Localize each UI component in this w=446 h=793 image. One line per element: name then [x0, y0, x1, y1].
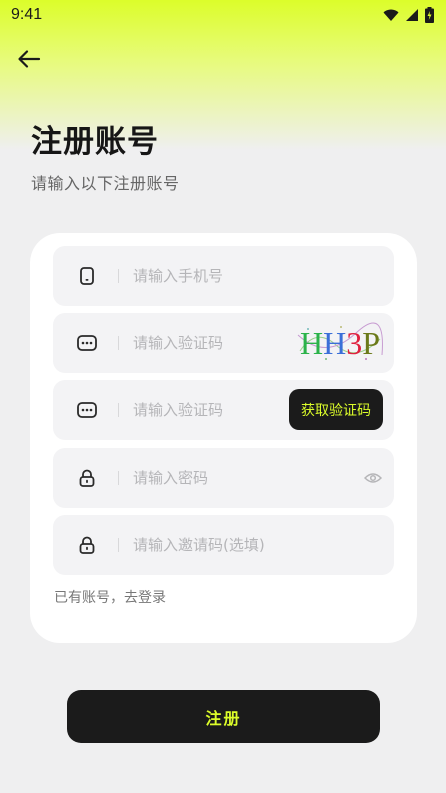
- captcha-char: H: [323, 324, 347, 361]
- back-button[interactable]: [14, 44, 44, 74]
- lock-icon: [77, 535, 97, 555]
- phone-icon: [77, 266, 97, 286]
- status-bar: 9:41: [0, 0, 446, 30]
- field-divider: [118, 471, 119, 485]
- code-icon: [77, 400, 97, 420]
- battery-icon: [425, 7, 434, 23]
- field-divider: [118, 336, 119, 350]
- password-input[interactable]: [133, 469, 283, 487]
- cellular-signal-icon: [406, 9, 418, 21]
- arrow-left-icon: [18, 50, 41, 68]
- field-divider: [118, 403, 119, 417]
- field-divider: [118, 269, 119, 283]
- captcha-char: 3: [346, 324, 363, 361]
- phone-field: [53, 246, 394, 306]
- sms-code-field: 获取验证码: [53, 380, 394, 440]
- login-link[interactable]: 已有账号，去登录: [54, 587, 166, 607]
- wifi-icon: [383, 9, 399, 21]
- invite-code-input[interactable]: [133, 536, 333, 554]
- code-icon: [77, 333, 97, 353]
- register-form-card: H H 3 P 获取验证码: [30, 233, 417, 643]
- captcha-input[interactable]: [133, 334, 283, 352]
- captcha-field: H H 3 P: [53, 313, 394, 373]
- password-field: [53, 448, 394, 508]
- status-time: 9:41: [11, 6, 43, 23]
- sms-code-input[interactable]: [133, 401, 283, 419]
- status-icons: [383, 7, 434, 23]
- lock-icon: [77, 468, 97, 488]
- register-button[interactable]: 注册: [67, 690, 380, 743]
- get-code-button[interactable]: 获取验证码: [289, 389, 383, 430]
- field-divider: [118, 538, 119, 552]
- eye-icon[interactable]: [363, 468, 383, 488]
- captcha-char: P: [362, 324, 380, 361]
- page-subtitle: 请输入以下注册账号: [31, 174, 180, 193]
- phone-input[interactable]: [133, 267, 283, 285]
- captcha-image[interactable]: H H 3 P: [296, 321, 384, 365]
- captcha-char: H: [299, 324, 324, 361]
- invite-code-field: [53, 515, 394, 575]
- page-title: 注册账号: [31, 124, 159, 160]
